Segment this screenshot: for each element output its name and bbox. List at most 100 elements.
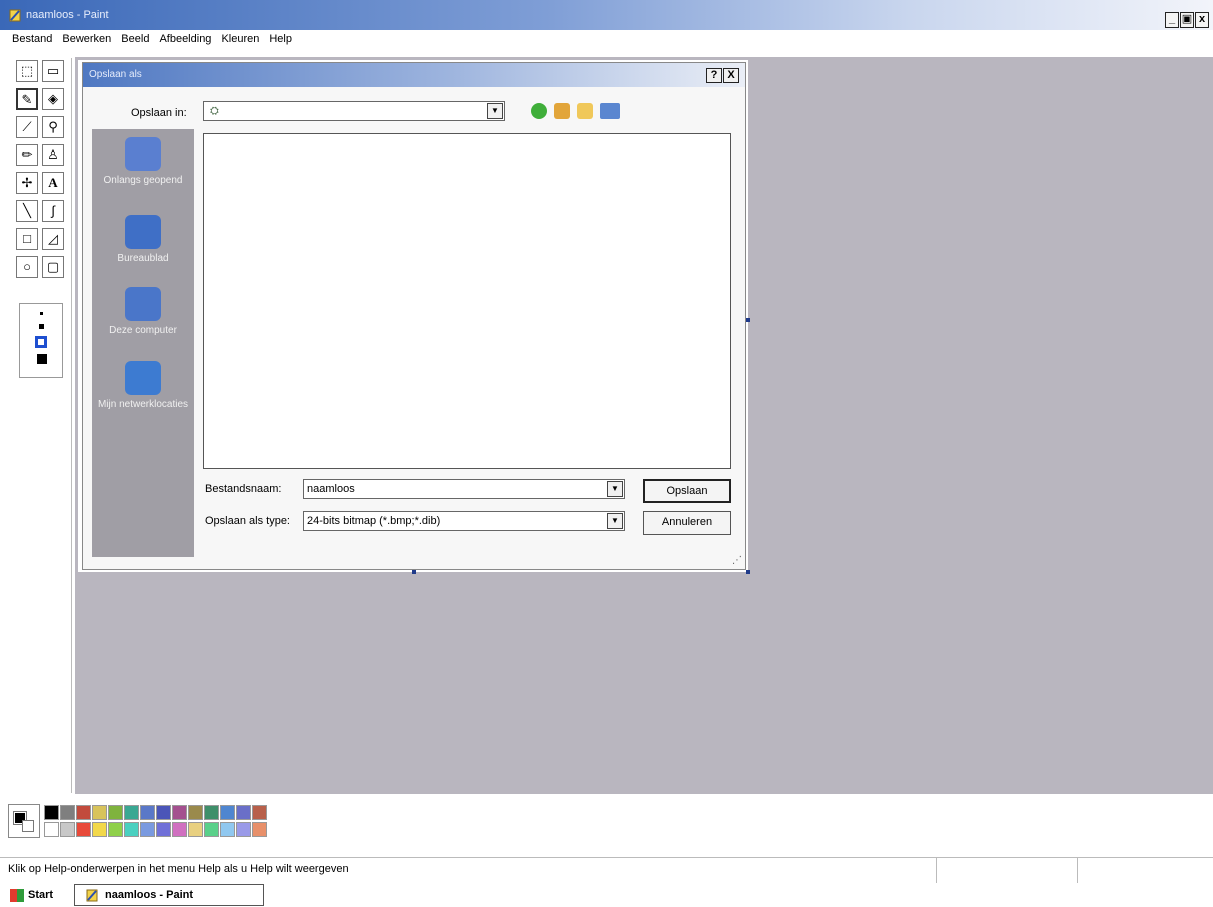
save-as-dialog: Opslaan als ? X Opslaan in: ⛭ ▼ Onlangs …	[82, 62, 746, 570]
resize-handle-bottom[interactable]	[412, 570, 416, 574]
eraser-size-options[interactable]	[19, 303, 63, 378]
save-in-dropdown[interactable]: ⛭ ▼	[203, 101, 505, 121]
size-xlarge-icon[interactable]	[37, 354, 47, 364]
rect-select-icon[interactable]: ▭	[42, 60, 64, 82]
size-medium-icon[interactable]	[39, 324, 44, 329]
current-colors[interactable]	[8, 804, 40, 838]
color-picker-icon[interactable]: ⟋	[16, 116, 38, 138]
window-title: naamloos - Paint	[26, 9, 109, 21]
color-swatch[interactable]	[204, 805, 219, 820]
color-swatch[interactable]	[204, 822, 219, 837]
minimize-button[interactable]: _	[1165, 12, 1179, 28]
place-recent[interactable]: Onlangs geopend	[92, 137, 194, 187]
color-swatch[interactable]	[252, 822, 267, 837]
color-swatch[interactable]	[156, 805, 171, 820]
resize-grip-icon[interactable]: ⋰	[732, 555, 742, 566]
menu-bestand[interactable]: Bestand	[12, 33, 52, 51]
line-icon[interactable]: ╲	[16, 200, 38, 222]
pencil-icon[interactable]: ✏	[16, 144, 38, 166]
cancel-button[interactable]: Annuleren	[643, 511, 731, 535]
chevron-down-icon[interactable]: ▼	[607, 481, 623, 497]
filetype-label: Opslaan als type:	[205, 515, 290, 527]
magnifier-icon[interactable]: ⚲	[42, 116, 64, 138]
rounded-rect-icon[interactable]: ▢	[42, 256, 64, 278]
color-swatch[interactable]	[220, 822, 235, 837]
color-swatch[interactable]	[236, 822, 251, 837]
color-swatch[interactable]	[252, 805, 267, 820]
place-network[interactable]: Mijn netwerklocaties	[92, 361, 194, 411]
taskbar-item-label: naamloos - Paint	[105, 889, 194, 901]
close-button[interactable]: x	[1195, 12, 1209, 28]
menu-help[interactable]: Help	[269, 33, 292, 51]
folder-icon: ⛭	[210, 105, 219, 117]
back-icon[interactable]	[531, 103, 547, 119]
chevron-down-icon[interactable]: ▼	[487, 103, 503, 119]
filetype-dropdown[interactable]: 24-bits bitmap (*.bmp;*.dib) ▼	[303, 511, 625, 531]
color-swatch[interactable]	[236, 805, 251, 820]
color-swatch[interactable]	[220, 805, 235, 820]
menu-bewerken[interactable]: Bewerken	[62, 33, 111, 51]
resize-handle-corner[interactable]	[746, 570, 750, 574]
size-large-selected-icon[interactable]	[35, 336, 47, 348]
size-small-icon[interactable]	[40, 312, 43, 315]
brush-icon[interactable]: ♙	[42, 144, 64, 166]
color-swatch[interactable]	[76, 805, 91, 820]
maximize-button[interactable]: ▣	[1180, 12, 1194, 28]
start-button[interactable]: Start	[10, 885, 53, 905]
color-swatch[interactable]	[60, 805, 75, 820]
text-tool-icon[interactable]: A	[42, 172, 64, 194]
color-swatch[interactable]	[172, 822, 187, 837]
file-list[interactable]	[203, 133, 731, 469]
status-text: Klik op Help-onderwerpen in het menu Hel…	[8, 863, 349, 875]
dialog-help-button[interactable]: ?	[706, 68, 722, 83]
ellipse-icon[interactable]: ○	[16, 256, 38, 278]
color-swatch[interactable]	[140, 822, 155, 837]
color-swatch[interactable]	[108, 805, 123, 820]
tool-box: ⬚ ▭ ✎ ◈ ⟋ ⚲ ✏ ♙ ✢ A ╲ ∫ □ ◿ ○ ▢	[10, 58, 72, 793]
title-bar: naamloos - Paint _ ▣ x	[0, 0, 1213, 30]
color-swatch[interactable]	[172, 805, 187, 820]
windows-logo-icon	[10, 888, 24, 902]
color-swatch[interactable]	[60, 822, 75, 837]
menu-beeld[interactable]: Beeld	[121, 33, 149, 51]
color-swatch[interactable]	[140, 805, 155, 820]
taskbar-item-paint[interactable]: naamloos - Paint	[74, 884, 264, 906]
menu-kleuren[interactable]: Kleuren	[221, 33, 259, 51]
color-swatch[interactable]	[188, 822, 203, 837]
color-swatch[interactable]	[44, 805, 59, 820]
color-swatch[interactable]	[92, 805, 107, 820]
menu-afbeelding[interactable]: Afbeelding	[159, 33, 211, 51]
eraser-icon[interactable]: ✎	[16, 88, 38, 110]
network-icon	[125, 361, 161, 395]
view-menu-icon[interactable]	[600, 103, 620, 119]
filename-input[interactable]: naamloos ▼	[303, 479, 625, 499]
new-folder-icon[interactable]	[577, 103, 593, 119]
dialog-title-bar: Opslaan als ? X	[83, 63, 745, 87]
color-swatch[interactable]	[124, 822, 139, 837]
start-label: Start	[28, 889, 54, 901]
fill-icon[interactable]: ◈	[42, 88, 64, 110]
place-desktop[interactable]: Bureaublad	[92, 215, 194, 265]
up-folder-icon[interactable]	[554, 103, 570, 119]
filetype-value: 24-bits bitmap (*.bmp;*.dib)	[307, 515, 441, 527]
window-controls: _ ▣ x	[1165, 12, 1209, 28]
color-swatch[interactable]	[92, 822, 107, 837]
curve-icon[interactable]: ∫	[42, 200, 64, 222]
chevron-down-icon[interactable]: ▼	[607, 513, 623, 529]
free-select-icon[interactable]: ⬚	[16, 60, 38, 82]
color-swatch[interactable]	[188, 805, 203, 820]
rectangle-icon[interactable]: □	[16, 228, 38, 250]
status-bar: Klik op Help-onderwerpen in het menu Hel…	[0, 857, 1213, 884]
dialog-close-button[interactable]: X	[723, 68, 739, 83]
resize-handle-right[interactable]	[746, 318, 750, 322]
dialog-title: Opslaan als	[89, 69, 142, 80]
color-swatch[interactable]	[124, 805, 139, 820]
color-swatch[interactable]	[44, 822, 59, 837]
save-button[interactable]: Opslaan	[643, 479, 731, 503]
place-computer[interactable]: Deze computer	[92, 287, 194, 337]
color-swatch[interactable]	[156, 822, 171, 837]
polygon-icon[interactable]: ◿	[42, 228, 64, 250]
color-swatch[interactable]	[76, 822, 91, 837]
airbrush-icon[interactable]: ✢	[16, 172, 38, 194]
color-swatch[interactable]	[108, 822, 123, 837]
